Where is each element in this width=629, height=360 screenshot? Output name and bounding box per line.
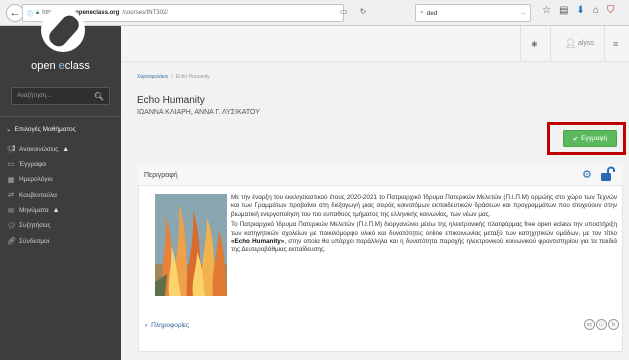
- register-label: Εγγραφή: [581, 135, 608, 142]
- exchange-icon: ⇄: [8, 192, 14, 200]
- bookmarks-list-icon[interactable]: ▤: [559, 5, 568, 16]
- sidebar-item-discussions[interactable]: 💬︎ Συζητήσεις: [7, 219, 69, 233]
- description-paragraph-1: Με την έναρξη του εκκλησιαστικού έτους 2…: [231, 194, 617, 218]
- sidebar-item-messages[interactable]: ✉ Μηνύματα ▲: [7, 204, 69, 218]
- sa-icon: ↻: [608, 319, 619, 330]
- menu-icon[interactable]: ≡: [613, 39, 618, 49]
- user-name[interactable]: alyss: [578, 40, 594, 47]
- settings-icon[interactable]: ⚙: [582, 168, 592, 181]
- navbar-divider: [604, 26, 605, 62]
- breadcrumb-home[interactable]: Χαρτοφυλάκιο: [137, 74, 168, 80]
- link-icon: 🔗︎: [7, 238, 16, 246]
- course-options-header[interactable]: ⌄ Επιλογές Μαθήματος: [6, 125, 76, 134]
- chevron-right-icon: ›: [145, 322, 148, 329]
- course-title: Echo Humanity: [137, 95, 205, 106]
- url-domain: openeclass.org: [75, 10, 120, 16]
- sidebar-item-calendar[interactable]: ▦ Ημερολόγιο: [7, 173, 69, 187]
- bookmark-star-icon[interactable]: ☆: [542, 5, 551, 16]
- info-icon[interactable]: ⓘ: [27, 9, 33, 18]
- creative-commons-license-icon[interactable]: cc ⓘ ↻: [584, 319, 619, 330]
- course-cover-image: [155, 194, 227, 296]
- by-icon: ⓘ: [596, 319, 607, 330]
- openeclass-logo-icon[interactable]: [41, 8, 85, 52]
- url-path: /courses/INT302/: [122, 10, 168, 16]
- sidebar-divider: [0, 116, 121, 117]
- sidebar-item-documents[interactable]: ▭ Έγγραφα: [7, 157, 69, 171]
- course-search-input[interactable]: Αναζήτηση... 🔍︎: [11, 87, 110, 105]
- top-navbar: [121, 26, 629, 62]
- shield-icon[interactable]: ⛉: [607, 5, 615, 16]
- reader-view-icon[interactable]: ▭: [340, 7, 348, 16]
- breadcrumb-separator: /: [171, 74, 173, 80]
- folder-icon: ▭: [7, 161, 15, 169]
- warning-icon: ▲: [52, 207, 60, 215]
- sidebar-item-chat[interactable]: ⇄ Κουβεντούλα: [7, 188, 69, 202]
- search-go-icon[interactable]: →: [520, 10, 527, 17]
- browser-search-field[interactable]: ⌕ ded →: [415, 4, 531, 22]
- course-teachers: ΙΩΑΝΝΑ ΚΛΙΑΡΗ, ΑΝΝΑ Γ. ΛΥΣΙΚΑΤΟΥ: [137, 109, 260, 116]
- sidebar-item-links[interactable]: 🔗︎ Σύνδεσμοι: [7, 234, 69, 248]
- cc-icon: cc: [584, 319, 595, 330]
- breadcrumb: Χαρτοφυλάκιο / Echo Humanity: [137, 74, 210, 80]
- unlock-icon[interactable]: [599, 166, 615, 182]
- info-label: Πληροφορίες: [151, 322, 190, 329]
- portfolio-home-icon[interactable]: ✱: [531, 40, 538, 49]
- breadcrumb-current: Echo Humanity: [175, 74, 210, 80]
- chevron-down-icon: ⌄: [6, 126, 12, 133]
- info-toggle[interactable]: › Πληροφορίες: [145, 322, 189, 329]
- search-icon: ⌕: [420, 9, 424, 16]
- user-icon[interactable]: 👤︎: [565, 38, 576, 49]
- bullhorn-icon: 📢︎: [7, 146, 16, 153]
- magnifier-icon[interactable]: 🔍︎: [94, 92, 104, 101]
- description-title: Περιγραφή: [144, 172, 178, 179]
- openeclass-logo-text[interactable]: open eclass: [0, 60, 121, 72]
- navbar-divider: [520, 26, 521, 62]
- home-icon[interactable]: ⌂: [593, 5, 599, 16]
- sidebar-item-announcements[interactable]: 📢︎ Ανακοινώσεις ▲: [7, 142, 69, 156]
- register-button[interactable]: ✔ Εγγραφή: [563, 130, 617, 147]
- download-icon[interactable]: ⬇: [576, 5, 584, 16]
- course-description: Με την έναρξη του εκκλησιαστικού έτους 2…: [231, 194, 617, 257]
- course-menu: 📢︎ Ανακοινώσεις ▲ ▭ Έγγραφα ▦ Ημερολόγιο ⇄ Κο…: [7, 142, 69, 250]
- comments-icon: 💬︎: [7, 222, 16, 230]
- check-icon: ✔: [572, 135, 579, 143]
- lock-icon: 🔒︎: [36, 9, 40, 16]
- description-card-header: [138, 164, 623, 186]
- browser-search-text: ded: [426, 9, 438, 17]
- reload-icon[interactable]: ↻: [360, 7, 367, 16]
- navbar-divider: [550, 26, 551, 62]
- description-paragraph-2: Το Πατριαρχικό Ίδρυμα Πατερικών Μελετών …: [231, 221, 617, 254]
- warning-icon: ▲: [62, 145, 70, 153]
- envelope-icon: ✉: [8, 207, 14, 215]
- calendar-icon: ▦: [7, 176, 15, 184]
- search-placeholder: Αναζήτηση...: [17, 93, 51, 99]
